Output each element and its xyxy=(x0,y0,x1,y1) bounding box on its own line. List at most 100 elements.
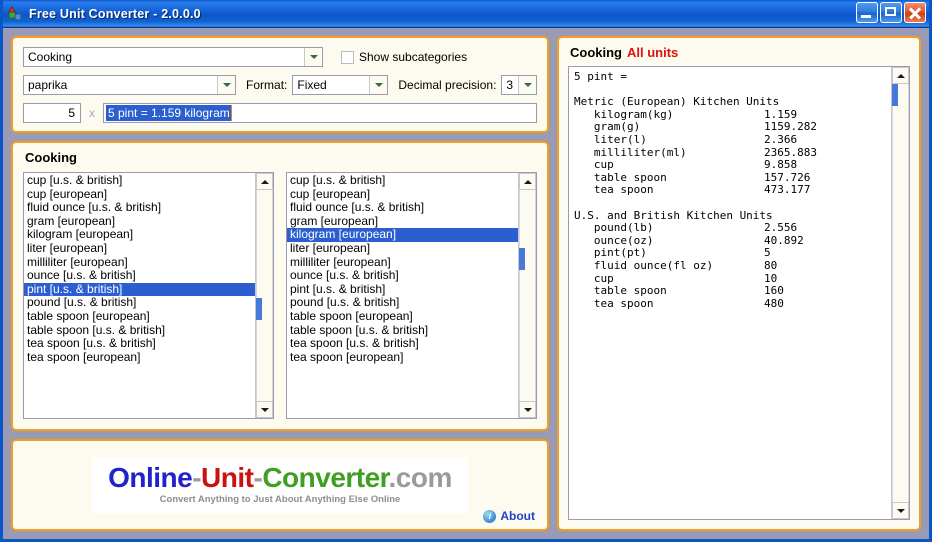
results-scope: All units xyxy=(627,45,679,60)
scroll-up-icon[interactable] xyxy=(256,173,273,190)
list-item[interactable]: milliliter [european] xyxy=(24,255,255,270)
chevron-down-icon[interactable] xyxy=(304,48,322,66)
result-text: 5 pint = 1.159 kilogram xyxy=(106,105,232,121)
list-item[interactable]: tea spoon [u.s. & british] xyxy=(24,337,255,351)
show-subcategories-checkbox[interactable]: Show subcategories xyxy=(341,50,467,64)
result-row: tea spoon 473.177 xyxy=(574,184,891,197)
results-content: 5 pint = Metric (European) Kitchen Units … xyxy=(569,67,891,519)
list-item[interactable]: kilogram [european] xyxy=(287,228,518,242)
category-dropdown[interactable]: Cooking xyxy=(23,47,323,67)
from-list-scrollbar[interactable] xyxy=(255,173,273,418)
logo-part-online: Online xyxy=(108,462,193,494)
list-item[interactable]: gram [european] xyxy=(24,214,255,229)
chevron-down-icon[interactable] xyxy=(217,76,236,94)
window-body: Cooking Show subcategories paprika Forma… xyxy=(3,28,929,539)
branding-panel: Online-Unit-Converter.com Convert Anythi… xyxy=(11,439,549,531)
list-item[interactable]: kilogram [european] xyxy=(24,228,255,242)
subcategory-value: paprika xyxy=(24,76,218,94)
results-header-line: 5 pint = xyxy=(574,70,891,84)
list-item[interactable]: table spoon [u.s. & british] xyxy=(24,323,255,338)
right-column: Cooking All units 5 pint = Metric (Europea… xyxy=(557,36,921,531)
scroll-up-icon[interactable] xyxy=(892,67,909,84)
close-button[interactable] xyxy=(904,2,926,23)
list-item[interactable]: table spoon [european] xyxy=(24,309,255,324)
left-column: Cooking Show subcategories paprika Forma… xyxy=(11,36,549,531)
scroll-track[interactable] xyxy=(892,84,909,502)
to-unit-items[interactable]: cup [u.s. & british] cup [european] fluid … xyxy=(287,173,518,418)
logo-dash-1: - xyxy=(192,462,202,494)
list-item[interactable]: milliliter [european] xyxy=(287,255,518,270)
list-item[interactable]: ounce [u.s. & british] xyxy=(287,269,518,283)
list-item[interactable]: fluid ounce [u.s. & british] xyxy=(287,201,518,215)
list-item[interactable]: ounce [u.s. & british] xyxy=(24,269,255,283)
chevron-down-icon[interactable] xyxy=(518,76,536,94)
chevron-down-icon[interactable] xyxy=(369,76,388,94)
scroll-down-icon[interactable] xyxy=(256,401,273,418)
result-unit: tea spoon xyxy=(574,183,654,197)
list-item[interactable]: liter [european] xyxy=(24,241,255,256)
format-dropdown[interactable]: Fixed xyxy=(292,75,389,95)
result-row: cup 9.858 xyxy=(574,159,891,172)
results-scrollbar[interactable] xyxy=(891,67,909,519)
list-item[interactable]: table spoon [european] xyxy=(287,309,518,324)
scroll-up-icon[interactable] xyxy=(519,173,536,190)
list-item[interactable]: fluid ounce [u.s. & british] xyxy=(24,201,255,215)
subcategory-dropdown[interactable]: paprika xyxy=(23,75,237,95)
scroll-track[interactable] xyxy=(256,190,273,401)
result-value: 9.858 xyxy=(764,158,798,172)
result-unit: Metric (European) Kitchen Units xyxy=(574,95,780,109)
application-window: Free Unit Converter - 2.0.0.0 Cooking Sh… xyxy=(0,0,932,542)
lists-row: cup [u.s. & british] cup [european] fluid … xyxy=(23,172,537,419)
result-value: 160 xyxy=(764,284,784,298)
list-item[interactable]: tea spoon [european] xyxy=(287,350,518,365)
scroll-thumb[interactable] xyxy=(519,248,525,270)
about-link[interactable]: i About xyxy=(483,509,535,523)
results-title: Cooking All units xyxy=(570,45,910,60)
scroll-track[interactable] xyxy=(519,190,536,401)
scroll-down-icon[interactable] xyxy=(892,502,909,519)
scroll-down-icon[interactable] xyxy=(519,401,536,418)
category-row: Cooking Show subcategories xyxy=(23,47,537,67)
results-category: Cooking xyxy=(570,45,622,60)
list-item[interactable]: pound [u.s. & british] xyxy=(287,296,518,310)
amount-input[interactable]: 5 xyxy=(23,103,81,123)
list-item[interactable]: table spoon [u.s. & british] xyxy=(287,323,518,338)
to-unit-listbox[interactable]: cup [u.s. & british] cup [european] fluid … xyxy=(286,172,537,419)
list-item[interactable]: cup [u.s. & british] xyxy=(24,173,255,188)
list-item[interactable]: cup [european] xyxy=(24,187,255,202)
scroll-thumb[interactable] xyxy=(256,298,262,320)
result-row: milliliter(ml) 2365.883 xyxy=(574,146,891,160)
to-list-scrollbar[interactable] xyxy=(518,173,536,418)
maximize-button[interactable] xyxy=(880,2,902,23)
list-item[interactable]: cup [european] xyxy=(287,187,518,202)
precision-dropdown[interactable]: 3 xyxy=(501,75,537,95)
scroll-thumb[interactable] xyxy=(892,84,898,106)
list-item[interactable]: tea spoon [european] xyxy=(24,350,255,365)
logo: Online-Unit-Converter.com Convert Anythi… xyxy=(92,457,468,513)
conversion-row: 5 x 5 pint = 1.159 kilogram xyxy=(23,103,537,123)
result-row: fluid ounce(fl oz) 80 xyxy=(574,259,891,273)
window-controls xyxy=(856,2,926,23)
results-textbox[interactable]: 5 pint = Metric (European) Kitchen Units … xyxy=(568,66,910,520)
category-value: Cooking xyxy=(24,48,304,66)
list-item[interactable]: pint [u.s. & british] xyxy=(24,282,255,297)
from-unit-items[interactable]: cup [u.s. & british] cup [european] fluid … xyxy=(24,173,255,418)
list-item[interactable]: gram [european] xyxy=(287,214,518,229)
list-item[interactable]: tea spoon [u.s. & british] xyxy=(287,337,518,351)
from-unit-listbox[interactable]: cup [u.s. & british] cup [european] fluid … xyxy=(23,172,274,419)
title-bar: Free Unit Converter - 2.0.0.0 xyxy=(3,0,929,28)
minimize-button[interactable] xyxy=(856,2,878,23)
multiply-separator: x xyxy=(89,106,95,120)
precision-value: 3 xyxy=(502,76,518,94)
list-item[interactable]: pound [u.s. & british] xyxy=(24,296,255,310)
format-value: Fixed xyxy=(293,76,370,94)
list-item[interactable]: liter [european] xyxy=(287,241,518,256)
result-value: 480 xyxy=(764,296,784,310)
list-item[interactable]: cup [u.s. & british] xyxy=(287,173,518,188)
checkbox-box[interactable] xyxy=(341,50,354,64)
result-row: tea spoon 480 xyxy=(574,296,891,311)
list-item[interactable]: pint [u.s. & british] xyxy=(287,282,518,297)
logo-dash-2: - xyxy=(253,462,263,494)
result-input[interactable]: 5 pint = 1.159 kilogram xyxy=(103,103,537,123)
